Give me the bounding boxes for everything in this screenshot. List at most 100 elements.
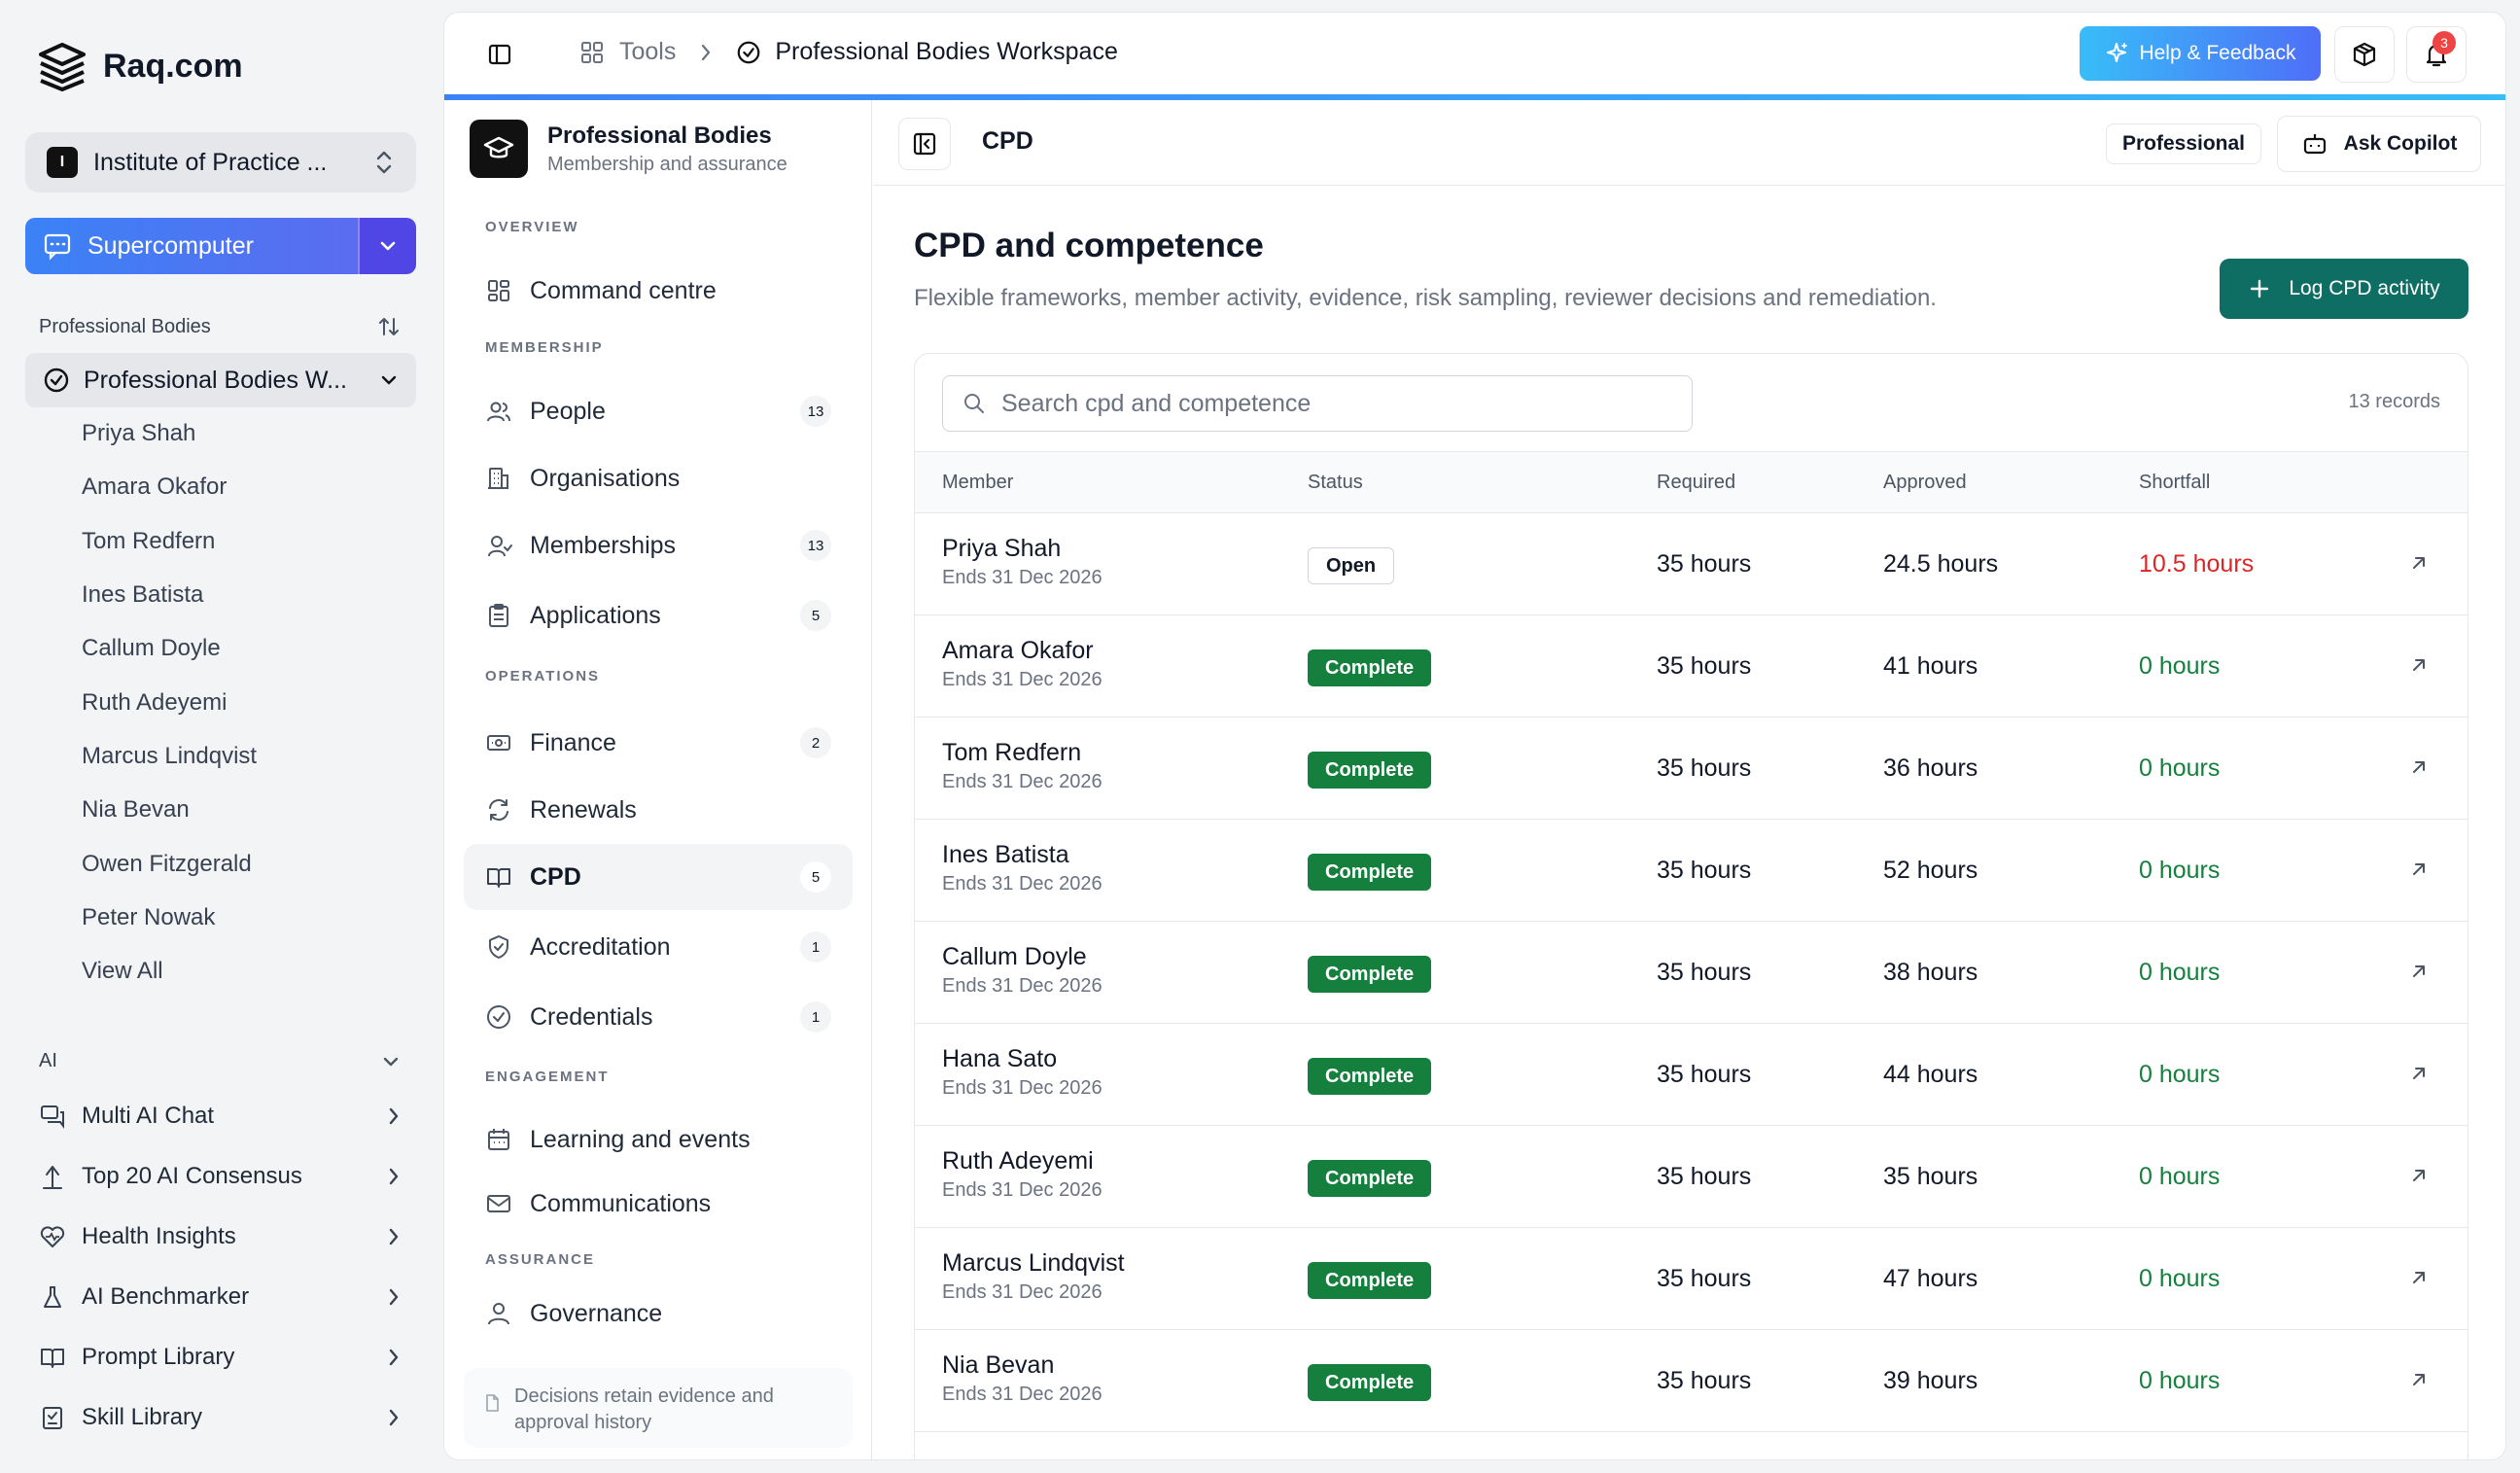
arrow-up-right-icon[interactable] xyxy=(2408,756,2430,778)
supercomputer-dropdown[interactable] xyxy=(358,218,416,274)
sidebar-member-link[interactable]: Tom Redfern xyxy=(82,528,215,555)
sidebar-member-link[interactable]: Amara Okafor xyxy=(82,473,227,501)
sidebar-item-health-insights[interactable]: Health Insights xyxy=(39,1223,401,1250)
arrow-up-right-icon[interactable] xyxy=(2408,1369,2430,1390)
approved-hours: 39 hours xyxy=(1883,1367,1978,1394)
member-name[interactable]: Tom Redfern xyxy=(942,739,1102,767)
supercomputer-main[interactable]: Supercomputer xyxy=(25,218,358,274)
sidebar-member-link[interactable]: Nia Bevan xyxy=(82,796,190,824)
nav-item-command-centre[interactable]: Command centre xyxy=(464,258,853,324)
ai-section-header[interactable]: AI xyxy=(39,1050,401,1072)
sidebar-member-link[interactable]: Owen Fitzgerald xyxy=(82,851,252,878)
sidebar-item-multi-ai-chat[interactable]: Multi AI Chat xyxy=(39,1103,401,1130)
nav-item-label: Governance xyxy=(530,1299,663,1327)
member-name[interactable]: Hana Sato xyxy=(942,1045,1102,1073)
nav-item-accreditation[interactable]: Accreditation 1 xyxy=(464,914,853,980)
sidebar-item-prompt-library[interactable]: Prompt Library xyxy=(39,1344,401,1371)
table-row[interactable]: Ruth Adeyemi Ends 31 Dec 2026 Complete 35 h… xyxy=(915,1126,2468,1228)
nav-item-label: People xyxy=(530,397,606,425)
ask-copilot-button[interactable]: Ask Copilot xyxy=(2277,116,2481,172)
column-header-required[interactable]: Required xyxy=(1657,472,1735,494)
notifications-button[interactable]: 3 xyxy=(2406,26,2467,83)
member-name[interactable]: Amara Okafor xyxy=(942,637,1102,665)
member-name[interactable]: Ruth Adeyemi xyxy=(942,1147,1102,1175)
search-input[interactable] xyxy=(1001,389,1672,418)
sidebar-item-workspace[interactable]: Professional Bodies W... xyxy=(25,353,416,407)
sidebar-item-skill-library[interactable]: Skill Library xyxy=(39,1404,401,1431)
chevron-right-icon xyxy=(387,1226,401,1247)
supercomputer-button[interactable]: Supercomputer xyxy=(25,218,416,274)
breadcrumb-tools[interactable]: Tools xyxy=(619,38,676,66)
sparkle-icon xyxy=(2104,41,2129,66)
record-count: 13 records xyxy=(2348,391,2441,412)
table-row[interactable] xyxy=(915,1432,2468,1459)
sidebar-member-link[interactable]: Ruth Adeyemi xyxy=(82,689,227,717)
log-cpd-activity-button[interactable]: Log CPD activity xyxy=(2220,259,2468,319)
nav-item-finance[interactable]: Finance 2 xyxy=(464,710,853,776)
table-row[interactable]: Nia Bevan Ends 31 Dec 2026 Complete 35 hour… xyxy=(915,1330,2468,1432)
arrow-up-right-icon[interactable] xyxy=(2408,654,2430,676)
table-row[interactable]: Amara Okafor Ends 31 Dec 2026 Complete 35 h… xyxy=(915,615,2468,718)
nav-section-overview: OVERVIEW xyxy=(485,219,579,235)
sidebar-view-all-link[interactable]: View All xyxy=(82,958,163,985)
sidebar-member-link[interactable]: Callum Doyle xyxy=(82,635,221,662)
nav-item-label: CPD xyxy=(530,862,581,891)
nav-item-communications[interactable]: Communications xyxy=(464,1171,853,1237)
nav-item-memberships[interactable]: Memberships 13 xyxy=(464,512,853,579)
org-selector[interactable]: I Institute of Practice ... xyxy=(25,132,416,193)
column-header-status[interactable]: Status xyxy=(1308,472,1363,494)
nav-item-cpd[interactable]: CPD 5 xyxy=(464,844,853,910)
users-icon xyxy=(485,398,512,425)
approved-hours: 24.5 hours xyxy=(1883,550,1999,578)
nav-item-people[interactable]: People 13 xyxy=(464,378,853,444)
column-header-member[interactable]: Member xyxy=(942,472,1013,494)
org-name: Institute of Practice ... xyxy=(93,148,328,176)
brand[interactable]: Raq.com xyxy=(35,39,243,93)
package-button[interactable] xyxy=(2334,26,2395,83)
collapse-panel-button[interactable] xyxy=(898,118,951,170)
table-row[interactable]: Priya Shah Ends 31 Dec 2026 Open 35 hours 24… xyxy=(915,513,2468,615)
cycle-end-date: Ends 31 Dec 2026 xyxy=(942,1077,1102,1099)
column-header-approved[interactable]: Approved xyxy=(1883,472,1967,494)
sidebar-member-link[interactable]: Ines Batista xyxy=(82,581,203,609)
arrow-up-right-icon[interactable] xyxy=(2408,1165,2430,1186)
shield-check-icon xyxy=(485,933,512,961)
table-row[interactable]: Callum Doyle Ends 31 Dec 2026 Complete 35 h… xyxy=(915,922,2468,1024)
nav-item-credentials[interactable]: Credentials 1 xyxy=(464,984,853,1050)
sidebar-toggle-icon[interactable] xyxy=(485,40,514,69)
arrow-up-right-icon[interactable] xyxy=(2408,1267,2430,1288)
nav-count-badge: 5 xyxy=(800,600,831,631)
member-name[interactable]: Priya Shah xyxy=(942,535,1102,563)
sidebar-member-link[interactable]: Peter Nowak xyxy=(82,904,215,931)
nav-item-label: Command centre xyxy=(530,276,717,304)
nav-item-renewals[interactable]: Renewals xyxy=(464,777,853,843)
arrow-up-right-icon[interactable] xyxy=(2408,859,2430,880)
member-name[interactable]: Ines Batista xyxy=(942,841,1102,869)
member-name[interactable]: Callum Doyle xyxy=(942,943,1102,971)
table-row[interactable]: Hana Sato Ends 31 Dec 2026 Complete 35 hour… xyxy=(915,1024,2468,1126)
breadcrumb-current: Professional Bodies Workspace xyxy=(775,38,1118,65)
member-name[interactable]: Nia Bevan xyxy=(942,1351,1102,1380)
nav-item-organisations[interactable]: Organisations xyxy=(464,445,853,511)
sidebar-item-top-20-ai-consensus[interactable]: Top 20 AI Consensus xyxy=(39,1163,401,1190)
search-box[interactable] xyxy=(942,375,1693,432)
column-header-shortfall[interactable]: Shortfall xyxy=(2139,472,2210,494)
sidebar-member-link[interactable]: Marcus Lindqvist xyxy=(82,743,257,770)
sidebar-item-ai-benchmarker[interactable]: AI Benchmarker xyxy=(39,1283,401,1311)
member-cell: Ruth Adeyemi Ends 31 Dec 2026 xyxy=(942,1147,1102,1202)
table-row[interactable]: Ines Batista Ends 31 Dec 2026 Complete 35 h… xyxy=(915,820,2468,922)
shortfall-hours: 0 hours xyxy=(2139,1265,2221,1292)
chevron-up-down-icon xyxy=(373,149,395,176)
sort-icon[interactable] xyxy=(377,315,401,338)
table-row[interactable]: Marcus Lindqvist Ends 31 Dec 2026 Complete… xyxy=(915,1228,2468,1330)
arrow-up-right-icon[interactable] xyxy=(2408,552,2430,574)
help-feedback-button[interactable]: Help & Feedback xyxy=(2080,26,2321,81)
arrow-up-right-icon[interactable] xyxy=(2408,961,2430,982)
nav-item-learning-events[interactable]: Learning and events xyxy=(464,1106,853,1173)
table-row[interactable]: Tom Redfern Ends 31 Dec 2026 Complete 35 ho… xyxy=(915,718,2468,820)
nav-item-applications[interactable]: Applications 5 xyxy=(464,582,853,649)
sidebar-member-link[interactable]: Priya Shah xyxy=(82,420,195,447)
arrow-up-right-icon[interactable] xyxy=(2408,1063,2430,1084)
member-name[interactable]: Marcus Lindqvist xyxy=(942,1249,1125,1278)
nav-section-membership: MEMBERSHIP xyxy=(485,339,604,356)
